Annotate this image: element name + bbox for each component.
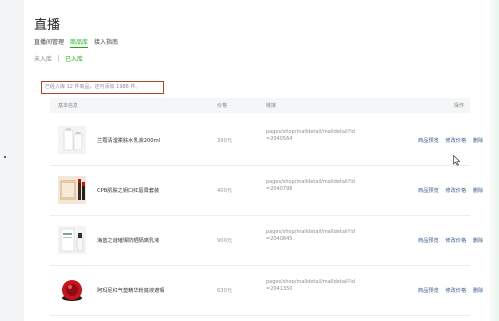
edit-price-button[interactable]: 修改价格 (445, 238, 466, 244)
preview-product-button[interactable]: 商品预览 (418, 188, 439, 194)
delete-button[interactable]: 删除 (473, 188, 483, 194)
right-edge-strip (491, 0, 499, 321)
preview-product-button[interactable]: 商品预览 (418, 138, 439, 144)
header-link: 链接 (266, 103, 277, 109)
product-link: pages/shop/malldetail/malldetail?id=2040… (266, 129, 355, 142)
table-row: 阿玛尼红气垫精华粉底液遮瑕 630元 pages/shop/malldetail… (50, 266, 483, 316)
header-actions: 操作 (454, 103, 465, 109)
cushion-compact-icon (58, 276, 86, 304)
product-price: 390元 (217, 138, 233, 144)
subtab-divider (58, 55, 60, 62)
header-price: 价格 (217, 103, 228, 109)
table-row: 兰蔻清滢柔肤水乳液200ml 390元 pages/shop/malldetai… (50, 116, 483, 166)
edit-price-button[interactable]: 修改价格 (445, 138, 466, 144)
tab-integration-guide[interactable]: 接入指南 (94, 37, 118, 48)
product-link: pages/shop/malldetail/malldetail?id=2041… (266, 279, 355, 292)
edit-price-button[interactable]: 修改价格 (445, 288, 466, 294)
lotion-bottle-icon (58, 126, 86, 154)
product-link: pages/shop/malldetail/malldetail?id=2040… (266, 229, 355, 242)
row-actions: 商品预览 修改价格 删除 (418, 237, 488, 244)
tab-product-library[interactable]: 商品库 (70, 37, 89, 48)
lipstick-set-icon (58, 176, 86, 204)
table-row: 海蓝之谜璀璨防晒隔离乳液 900元 pages/shop/malldetail/… (50, 216, 483, 266)
row-actions: 商品预览 修改价格 删除 (418, 187, 488, 194)
edit-price-button[interactable]: 修改价格 (445, 188, 466, 194)
table-header: 基本信息 价格 链接 操作 (50, 98, 470, 113)
product-name: 海蓝之谜璀璨防晒隔离乳液 (97, 238, 160, 244)
row-actions: 商品预览 修改价格 删除 (418, 137, 488, 144)
header-basic-info: 基本信息 (58, 103, 79, 109)
page-title: 直播 (34, 18, 61, 33)
sunscreen-icon (58, 226, 86, 254)
sub-tabs: 未入库 已入库 (34, 54, 83, 63)
product-price: 630元 (217, 288, 233, 294)
preview-product-button[interactable]: 商品预览 (418, 288, 439, 294)
product-table: 基本信息 价格 链接 操作 兰蔻清滢柔肤水乳液200ml 390元 pages/… (50, 98, 483, 316)
main-panel: 直播 直播间管理 商品库 接入指南 未入库 已入库 已经入库 12 件商品，还可… (24, 0, 490, 321)
product-price: 900元 (217, 238, 233, 244)
table-row: CPB肌肤之钥口红唇膏套装 400元 pages/shop/malldetail… (50, 166, 483, 216)
subtab-in-library[interactable]: 已入库 (65, 54, 83, 63)
tab-live-room-management[interactable]: 直播间管理 (34, 37, 64, 48)
product-price: 400元 (217, 188, 233, 194)
subtab-not-in-library[interactable]: 未入库 (34, 54, 52, 63)
product-name: CPB肌肤之钥口红唇膏套装 (97, 188, 160, 194)
row-actions: 商品预览 修改价格 删除 (418, 287, 488, 294)
preview-product-button[interactable]: 商品预览 (418, 238, 439, 244)
mouse-cursor-icon (453, 155, 461, 166)
product-name: 阿玛尼红气垫精华粉底液遮瑕 (97, 288, 165, 294)
delete-button[interactable]: 删除 (473, 138, 483, 144)
delete-button[interactable]: 删除 (473, 288, 483, 294)
library-count-notice: 已经入库 12 件商品，还可添加 1988 件。 (41, 81, 164, 94)
product-link: pages/shop/malldetail/malldetail?id=2040… (266, 179, 355, 192)
top-tabs: 直播间管理 商品库 接入指南 (34, 37, 118, 48)
page-marker-dot (4, 156, 6, 158)
product-name: 兰蔻清滢柔肤水乳液200ml (97, 138, 161, 144)
delete-button[interactable]: 删除 (473, 238, 483, 244)
